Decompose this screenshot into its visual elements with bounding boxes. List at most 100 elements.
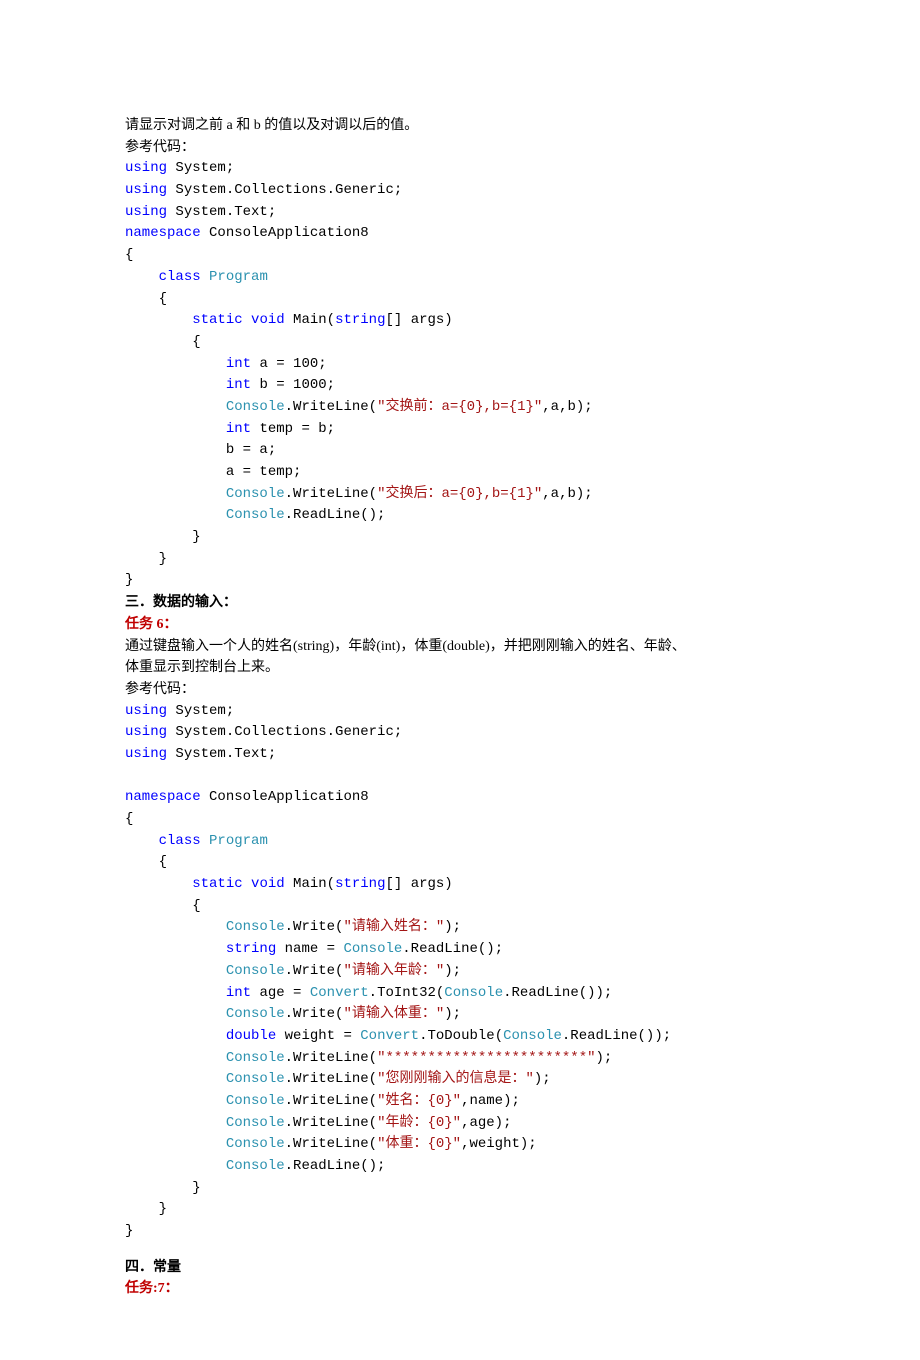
kw-console: Console <box>226 919 285 935</box>
kw-console: Console <box>226 1158 285 1174</box>
kw-static: static <box>192 312 242 328</box>
kw-using: using <box>125 703 167 719</box>
txt: ,name); <box>461 1093 520 1109</box>
kw-int: int <box>226 421 251 437</box>
txt: ); <box>596 1050 613 1066</box>
kw-console: Console <box>343 941 402 957</box>
txt: System.Collections.Generic; <box>167 182 402 198</box>
txt: .WriteLine( <box>285 1136 377 1152</box>
brace: } <box>125 572 133 588</box>
txt: Main( <box>285 312 335 328</box>
document-page: 请显示对调之前 a 和 b 的值以及对调以后的值。 参考代码： using Sy… <box>0 0 920 1360</box>
txt: Main( <box>285 876 335 892</box>
brace: { <box>125 247 133 263</box>
kw-int: int <box>226 377 251 393</box>
kw-void: void <box>251 876 285 892</box>
kw-double: double <box>226 1028 276 1044</box>
kw-console: Console <box>226 963 285 979</box>
txt: .WriteLine( <box>285 1093 377 1109</box>
code-block-2: using System; using System.Collections.G… <box>125 701 795 1243</box>
kw-console: Console <box>226 1071 285 1087</box>
txt: .ReadLine(); <box>285 1158 386 1174</box>
kw-console: Console <box>226 1115 285 1131</box>
txt: .ReadLine()); <box>562 1028 671 1044</box>
brace: { <box>159 854 167 870</box>
txt: ,age); <box>461 1115 511 1131</box>
brace: { <box>125 811 133 827</box>
txt: .WriteLine( <box>285 486 377 502</box>
txt: .ReadLine(); <box>285 507 386 523</box>
kw-using: using <box>125 724 167 740</box>
ref-code-label-2: 参考代码： <box>125 679 795 701</box>
txt: .Write( <box>285 963 344 979</box>
txt: .Write( <box>285 919 344 935</box>
brace: } <box>125 1223 133 1239</box>
txt: ); <box>444 919 461 935</box>
kw-using: using <box>125 746 167 762</box>
kw-console: Console <box>226 1050 285 1066</box>
kw-string: string <box>226 941 276 957</box>
txt: temp = b; <box>251 421 335 437</box>
txt: System; <box>167 160 234 176</box>
brace: } <box>159 551 167 567</box>
txt: ); <box>444 1006 461 1022</box>
txt: ConsoleApplication8 <box>201 789 369 805</box>
kw-using: using <box>125 204 167 220</box>
txt: .ReadLine(); <box>402 941 503 957</box>
txt: ,a,b); <box>542 486 592 502</box>
txt: b = a; <box>226 442 276 458</box>
kw-console: Console <box>444 985 503 1001</box>
task-6-desc-line2: 体重显示到控制台上来。 <box>125 657 795 679</box>
kw-console: Console <box>226 1093 285 1109</box>
txt: a = temp; <box>226 464 302 480</box>
kw-console: Console <box>226 1006 285 1022</box>
txt: .ReadLine()); <box>503 985 612 1001</box>
txt: b = 1000; <box>251 377 335 393</box>
txt: ConsoleApplication8 <box>201 225 369 241</box>
txt: ,weight); <box>461 1136 537 1152</box>
txt: [] args) <box>386 876 453 892</box>
kw-console: Console <box>226 507 285 523</box>
str: "请输入体重：" <box>343 1006 444 1022</box>
class-name: Program <box>209 269 268 285</box>
str: "请输入年龄：" <box>343 963 444 979</box>
txt: .ToDouble( <box>419 1028 503 1044</box>
txt: ,a,b); <box>542 399 592 415</box>
txt: age = <box>251 985 310 1001</box>
kw-class: class <box>159 833 201 849</box>
txt: .Write( <box>285 1006 344 1022</box>
brace: { <box>192 334 200 350</box>
class-name: Program <box>209 833 268 849</box>
kw-static: static <box>192 876 242 892</box>
txt: System.Text; <box>167 746 276 762</box>
brace: { <box>192 898 200 914</box>
txt: ); <box>444 963 461 979</box>
kw-class: class <box>159 269 201 285</box>
spacer <box>125 1243 795 1257</box>
kw-using: using <box>125 160 167 176</box>
intro-text: 请显示对调之前 a 和 b 的值以及对调以后的值。 <box>125 115 795 137</box>
section-4-heading: 四．常量 <box>125 1257 795 1279</box>
section-3-heading: 三．数据的输入： <box>125 592 795 614</box>
str: "************************" <box>377 1050 595 1066</box>
ref-code-label: 参考代码： <box>125 137 795 159</box>
kw-string: string <box>335 312 385 328</box>
brace: } <box>159 1201 167 1217</box>
str: "您刚刚输入的信息是：" <box>377 1071 534 1087</box>
kw-console: Console <box>226 486 285 502</box>
kw-convert: Convert <box>310 985 369 1001</box>
txt: ); <box>534 1071 551 1087</box>
brace: } <box>192 1180 200 1196</box>
str: "交换后：a={0},b={1}" <box>377 486 542 502</box>
kw-console: Console <box>226 399 285 415</box>
txt: a = 100; <box>251 356 327 372</box>
txt: System; <box>167 703 234 719</box>
txt: System.Collections.Generic; <box>167 724 402 740</box>
str: "体重：{0}" <box>377 1136 461 1152</box>
kw-console: Console <box>503 1028 562 1044</box>
txt: .ToInt32( <box>369 985 445 1001</box>
kw-using: using <box>125 182 167 198</box>
str: "年龄：{0}" <box>377 1115 461 1131</box>
kw-namespace: namespace <box>125 225 201 241</box>
kw-console: Console <box>226 1136 285 1152</box>
